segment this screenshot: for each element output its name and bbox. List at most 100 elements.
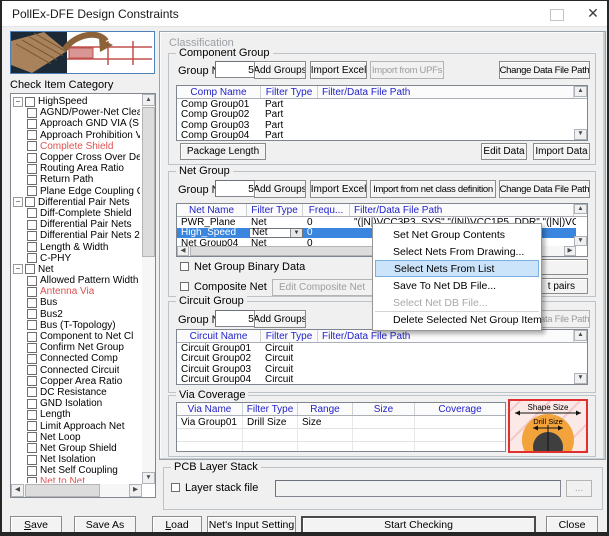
checkbox[interactable] xyxy=(27,208,37,218)
tree-item[interactable]: − Approach Prohibition V xyxy=(13,130,140,141)
tree-item[interactable]: − Net to Net xyxy=(13,476,140,483)
menu-item[interactable]: Select Nets From List xyxy=(375,260,539,277)
tree-item[interactable]: − Antenna Via xyxy=(13,286,140,297)
composite-net-checkbox[interactable] xyxy=(180,282,189,291)
nets-input-setting-button[interactable]: Net's Input Setting xyxy=(207,516,296,534)
checkbox[interactable] xyxy=(27,332,37,342)
checkbox[interactable] xyxy=(27,287,37,297)
column-header[interactable]: Filter Type xyxy=(243,403,298,415)
comp-change-data-file-path-button[interactable]: Change Data File Path xyxy=(499,61,590,79)
checkbox[interactable] xyxy=(25,97,35,107)
scroll-up-icon[interactable]: ▲ xyxy=(574,330,587,341)
checkbox[interactable] xyxy=(27,231,37,241)
tree-item[interactable]: − Diff-Complete Shield xyxy=(13,208,140,219)
column-header[interactable]: Filter/Data File Path xyxy=(350,204,574,216)
checkbox[interactable] xyxy=(27,153,37,163)
tree-item[interactable]: − Length & Width xyxy=(13,241,140,252)
checkbox[interactable] xyxy=(27,175,37,185)
column-header[interactable]: Filter Type xyxy=(261,330,318,342)
expander-icon[interactable]: − xyxy=(13,197,23,207)
expander-icon[interactable]: − xyxy=(13,264,23,274)
table-row[interactable]: Circuit Group04 Circuit xyxy=(177,375,587,386)
checkbox[interactable] xyxy=(25,264,35,274)
table-row[interactable]: Comp Group01 Part xyxy=(177,99,587,110)
tree-item[interactable]: − Complete Shield xyxy=(13,141,140,152)
tree-item[interactable]: − Copper Area Ratio xyxy=(13,376,140,387)
column-header[interactable]: Filter/Data File Path xyxy=(318,86,574,98)
checkbox[interactable] xyxy=(27,477,37,483)
checkbox[interactable] xyxy=(27,387,37,397)
scroll-up-icon[interactable]: ▲ xyxy=(574,204,587,214)
tree-item[interactable]: − Routing Area Ratio xyxy=(13,163,140,174)
column-header[interactable]: Net Name xyxy=(177,204,247,216)
net-change-data-file-path-button[interactable]: Change Data File Path xyxy=(499,180,590,198)
checkbox[interactable] xyxy=(27,320,37,330)
start-checking-button[interactable]: Start Checking xyxy=(301,516,536,534)
tree-item[interactable]: − Differential Pair Nets xyxy=(13,197,140,208)
circuit-group-no-field[interactable]: 5 xyxy=(215,310,259,327)
column-header[interactable]: Filter Type xyxy=(247,204,303,216)
net-import-excel-button[interactable]: Import Excel xyxy=(310,180,367,198)
scroll-left-icon[interactable]: ◀ xyxy=(177,246,189,256)
column-header[interactable]: Size xyxy=(353,403,415,415)
column-header[interactable]: Range xyxy=(298,403,353,415)
net-hscroll-thumb[interactable] xyxy=(190,246,375,256)
checkbox[interactable] xyxy=(27,119,37,129)
scroll-down-icon[interactable]: ▼ xyxy=(142,472,155,484)
checkbox[interactable] xyxy=(27,443,37,453)
tree-item[interactable]: − Bus xyxy=(13,297,140,308)
checkbox[interactable] xyxy=(27,276,37,286)
scroll-left-icon[interactable]: ◀ xyxy=(11,484,24,497)
tree-item[interactable]: − HighSpeed xyxy=(13,96,140,107)
checkbox[interactable] xyxy=(27,455,37,465)
scroll-up-icon[interactable]: ▲ xyxy=(574,86,587,97)
menu-item[interactable]: Select Net DB File... xyxy=(375,294,539,311)
checkbox[interactable] xyxy=(27,354,37,364)
import-data-button[interactable]: Import Data xyxy=(533,143,590,160)
tree-item[interactable]: − Confirm Net Group xyxy=(13,342,140,353)
tree-item[interactable]: − Net Group Shield xyxy=(13,443,140,454)
maximize-icon[interactable] xyxy=(550,9,564,21)
tree-item[interactable]: − DC Resistance xyxy=(13,387,140,398)
tree-item[interactable]: − Plane Edge Coupling C xyxy=(13,186,140,197)
menu-item[interactable]: Save To Net DB File... xyxy=(375,277,539,294)
checkbox[interactable] xyxy=(27,309,37,319)
scroll-down-icon[interactable]: ▼ xyxy=(574,373,587,384)
table-row[interactable]: Via Group01 Drill Size Size xyxy=(177,416,505,429)
checkbox[interactable] xyxy=(27,365,37,375)
checkbox[interactable] xyxy=(27,410,37,420)
checkbox[interactable] xyxy=(27,164,37,174)
save-as-button[interactable]: Save As xyxy=(74,516,136,534)
checkbox[interactable] xyxy=(27,399,37,409)
table-row[interactable]: Comp Group04 Part xyxy=(177,131,587,142)
tree-item[interactable]: − Differential Pair Nets xyxy=(13,219,140,230)
tree-item[interactable]: − Connected Comp xyxy=(13,353,140,364)
comp-group-no-field[interactable]: 5 xyxy=(215,61,259,78)
import-from-net-class-definition-button[interactable]: Import from net class definition xyxy=(370,180,496,198)
tree-hscroll-thumb[interactable] xyxy=(25,484,100,497)
checkbox[interactable] xyxy=(27,108,37,118)
package-length-button[interactable]: Package Length xyxy=(180,143,266,160)
scroll-down-icon[interactable]: ▼ xyxy=(574,236,587,246)
scroll-right-icon[interactable]: ▶ xyxy=(564,246,576,256)
scroll-up-icon[interactable]: ▲ xyxy=(142,94,155,106)
load-button[interactable]: Load xyxy=(152,516,202,534)
table-row[interactable]: Circuit Group03 Circuit xyxy=(177,364,587,375)
column-header[interactable]: Filter Type xyxy=(261,86,318,98)
tree-item[interactable]: − Bus2 xyxy=(13,309,140,320)
layer-stack-file-checkbox[interactable] xyxy=(171,483,180,492)
tree-vscroll-thumb[interactable] xyxy=(142,107,155,257)
scroll-down-icon[interactable]: ▼ xyxy=(574,129,587,140)
circuit-add-groups-button[interactable]: Add Groups xyxy=(254,310,306,328)
tree-item[interactable]: − GND Isolation xyxy=(13,398,140,409)
menu-item[interactable]: Set Net Group Contents xyxy=(375,226,539,243)
tree-item[interactable]: − Net Isolation xyxy=(13,454,140,465)
checkbox[interactable] xyxy=(27,421,37,431)
tree-item[interactable]: − Net xyxy=(13,264,140,275)
tree-item[interactable]: − Component to Net Cl xyxy=(13,331,140,342)
table-row[interactable]: Comp Group03 Part xyxy=(177,120,587,131)
checkbox[interactable] xyxy=(27,298,37,308)
tree-item[interactable]: − C-PHY xyxy=(13,253,140,264)
tree-item[interactable]: − Approach GND VIA (S xyxy=(13,118,140,129)
checkbox[interactable] xyxy=(27,376,37,386)
